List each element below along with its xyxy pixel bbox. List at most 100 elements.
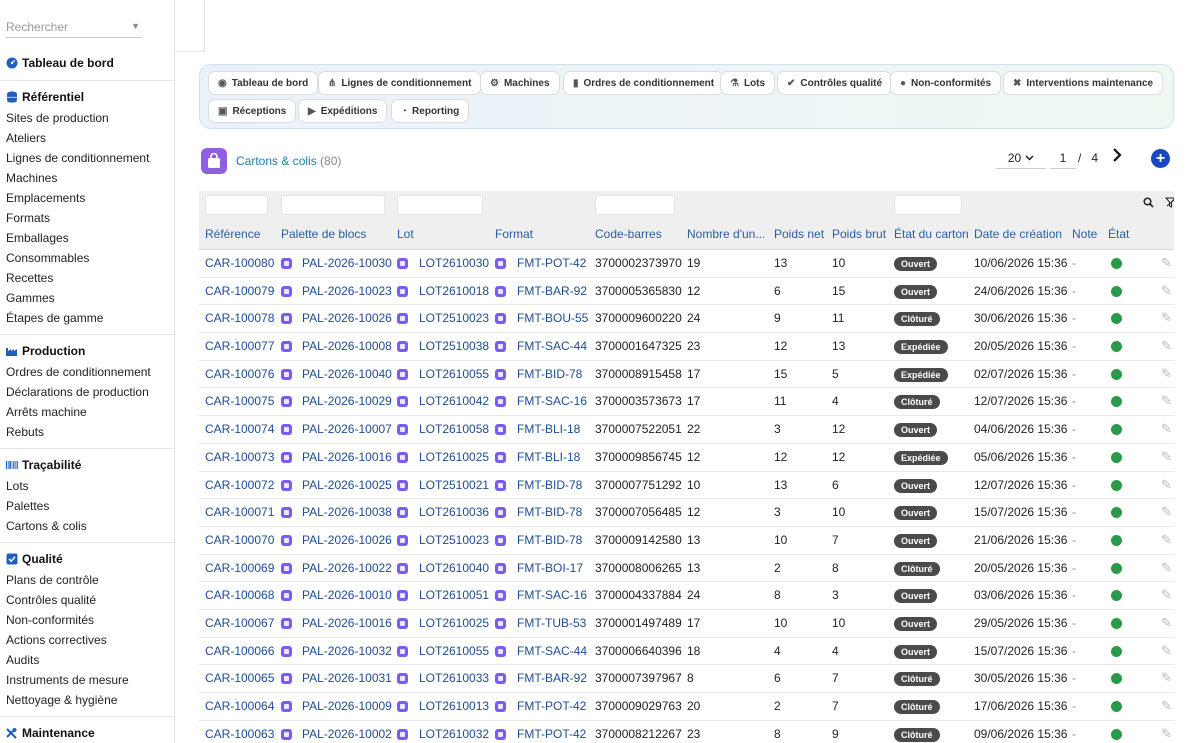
link-tag-icon[interactable] xyxy=(495,479,506,491)
link-tag-icon[interactable] xyxy=(281,451,292,463)
link-tag-icon[interactable] xyxy=(281,313,292,325)
link-tag-icon[interactable] xyxy=(495,313,506,325)
table-row[interactable]: CAR-100080 PAL-2026-10030 LOT2610030 FMT-PO… xyxy=(199,250,1174,278)
cell-reference[interactable]: CAR-100068 xyxy=(205,582,274,609)
link-tag-icon[interactable] xyxy=(397,507,408,519)
col-format[interactable]: Format xyxy=(495,227,533,241)
cell-lot[interactable]: LOT2510038 xyxy=(419,333,489,360)
cell-reference[interactable]: CAR-100069 xyxy=(205,555,274,582)
cell-reference[interactable]: CAR-100072 xyxy=(205,472,274,499)
edit-icon[interactable]: ✎ xyxy=(1161,587,1172,603)
sidebar-item-palettes[interactable]: Palettes xyxy=(0,496,174,516)
tab-interventions[interactable]: ✖ Interventions maintenance xyxy=(1003,71,1164,95)
cell-format[interactable]: FMT-SAC-44 xyxy=(517,638,587,665)
link-tag-icon[interactable] xyxy=(495,368,506,380)
cell-lot[interactable]: LOT2610058 xyxy=(419,416,489,443)
edit-icon[interactable]: ✎ xyxy=(1161,338,1172,354)
tab-nonconformites[interactable]: ● Non-conformités xyxy=(890,71,1002,95)
cell-lot[interactable]: LOT2610013 xyxy=(419,693,489,720)
cell-palette[interactable]: PAL-2026-10032 xyxy=(302,638,392,665)
cell-palette[interactable]: PAL-2026-10016 xyxy=(302,610,392,637)
col-lot[interactable]: Lot xyxy=(397,227,414,241)
sidebar-item-emballages[interactable]: Emballages xyxy=(0,228,174,248)
edit-icon[interactable]: ✎ xyxy=(1161,532,1172,548)
table-row[interactable]: CAR-100074 PAL-2026-10007 LOT2610058 FMT-BL… xyxy=(199,416,1174,444)
edit-icon[interactable]: ✎ xyxy=(1161,726,1172,742)
link-tag-icon[interactable] xyxy=(495,396,506,408)
filter-lot[interactable] xyxy=(397,195,483,215)
sidebar-item-machines[interactable]: Machines xyxy=(0,168,174,188)
link-tag-icon[interactable] xyxy=(397,313,408,325)
col-net-weight[interactable]: Poids net xyxy=(774,227,824,241)
link-tag-icon[interactable] xyxy=(281,534,292,546)
link-tag-icon[interactable] xyxy=(281,258,292,269)
sidebar-item-lignes[interactable]: Lignes de conditionnement xyxy=(0,148,174,168)
col-units[interactable]: Nombre d'un... xyxy=(687,227,765,241)
filter-status[interactable] xyxy=(894,195,962,215)
link-tag-icon[interactable] xyxy=(281,341,292,353)
cell-lot[interactable]: LOT2610025 xyxy=(419,610,489,637)
link-tag-icon[interactable] xyxy=(397,368,408,380)
cell-format[interactable]: FMT-BLI-18 xyxy=(517,444,580,471)
cell-lot[interactable]: LOT2610033 xyxy=(419,665,489,692)
cell-reference[interactable]: CAR-100064 xyxy=(205,693,274,720)
table-row[interactable]: CAR-100069 PAL-2026-10022 LOT2610040 FMT-BO… xyxy=(199,555,1174,583)
search-input[interactable] xyxy=(6,18,126,36)
link-tag-icon[interactable] xyxy=(495,258,506,269)
filter-barcode[interactable] xyxy=(595,195,675,215)
cell-format[interactable]: FMT-SAC-16 xyxy=(517,388,587,415)
cell-lot[interactable]: LOT2510023 xyxy=(419,527,489,554)
table-row[interactable]: CAR-100073 PAL-2026-10016 LOT2610025 FMT-BL… xyxy=(199,444,1174,472)
link-tag-icon[interactable] xyxy=(281,368,292,380)
sidebar-item-dashboard[interactable]: Tableau de bord xyxy=(0,52,174,74)
cell-format[interactable]: FMT-POT-42 xyxy=(517,721,586,743)
sidebar-item-declarations[interactable]: Déclarations de production xyxy=(0,382,174,402)
sidebar-item-nettoyage[interactable]: Nettoyage & hygiène xyxy=(0,690,174,710)
link-tag-icon[interactable] xyxy=(397,479,408,491)
edit-icon[interactable]: ✎ xyxy=(1161,421,1172,437)
link-tag-icon[interactable] xyxy=(397,396,408,408)
link-tag-icon[interactable] xyxy=(495,451,506,463)
link-tag-icon[interactable] xyxy=(397,728,408,740)
cell-lot[interactable]: LOT2610040 xyxy=(419,555,489,582)
cell-reference[interactable]: CAR-100063 xyxy=(205,721,274,743)
add-button[interactable]: + xyxy=(1151,149,1170,168)
link-tag-icon[interactable] xyxy=(281,424,292,436)
sidebar-item-etapes[interactable]: Étapes de gamme xyxy=(0,308,174,328)
link-tag-icon[interactable] xyxy=(495,341,506,353)
link-tag-icon[interactable] xyxy=(281,562,292,574)
table-row[interactable]: CAR-100075 PAL-2026-10029 LOT2610042 FMT-SA… xyxy=(199,388,1174,417)
col-barcode[interactable]: Code-barres xyxy=(595,227,662,241)
cell-palette[interactable]: PAL-2026-10040 xyxy=(302,361,392,388)
cell-palette[interactable]: PAL-2026-10002 xyxy=(302,721,392,743)
cell-palette[interactable]: PAL-2026-10038 xyxy=(302,499,392,526)
link-tag-icon[interactable] xyxy=(281,479,292,491)
cell-format[interactable]: FMT-SAC-44 xyxy=(517,333,587,360)
link-tag-icon[interactable] xyxy=(495,728,506,740)
link-tag-icon[interactable] xyxy=(281,590,292,602)
edit-icon[interactable]: ✎ xyxy=(1161,615,1172,631)
sidebar-item-cartons[interactable]: Cartons & colis xyxy=(0,516,174,536)
col-created-date[interactable]: Date de création xyxy=(974,227,1062,241)
sidebar-item-controles[interactable]: Contrôles qualité xyxy=(0,590,174,610)
edit-icon[interactable]: ✎ xyxy=(1161,477,1172,493)
cell-palette[interactable]: PAL-2026-10025 xyxy=(302,472,392,499)
cell-format[interactable]: FMT-BOU-55 xyxy=(517,305,588,332)
link-tag-icon[interactable] xyxy=(397,341,408,353)
link-tag-icon[interactable] xyxy=(397,562,408,574)
table-row[interactable]: CAR-100071 PAL-2026-10038 LOT2610036 FMT-BI… xyxy=(199,499,1174,527)
cell-lot[interactable]: LOT2610036 xyxy=(419,499,489,526)
cell-reference[interactable]: CAR-100073 xyxy=(205,444,274,471)
sidebar-item-emplacements[interactable]: Emplacements xyxy=(0,188,174,208)
tab-lignes[interactable]: ⋔ Lignes de conditionnement xyxy=(318,71,482,95)
tab-reporting[interactable]: ◔ Reporting xyxy=(391,99,470,123)
table-row[interactable]: CAR-100076 PAL-2026-10040 LOT2610055 FMT-BI… xyxy=(199,361,1174,389)
link-tag-icon[interactable] xyxy=(397,451,408,463)
cell-format[interactable]: FMT-POT-42 xyxy=(517,693,586,720)
table-row[interactable]: CAR-100072 PAL-2026-10025 LOT2510021 FMT-BI… xyxy=(199,472,1174,500)
page-number-input[interactable]: 1 xyxy=(1050,147,1076,169)
sidebar-item-plans[interactable]: Plans de contrôle xyxy=(0,570,174,590)
cell-palette[interactable]: PAL-2026-10026 xyxy=(302,305,392,332)
tab-machines[interactable]: ⚙ Machines xyxy=(480,71,560,95)
sidebar-item-arrets[interactable]: Arrêts machine xyxy=(0,402,174,422)
